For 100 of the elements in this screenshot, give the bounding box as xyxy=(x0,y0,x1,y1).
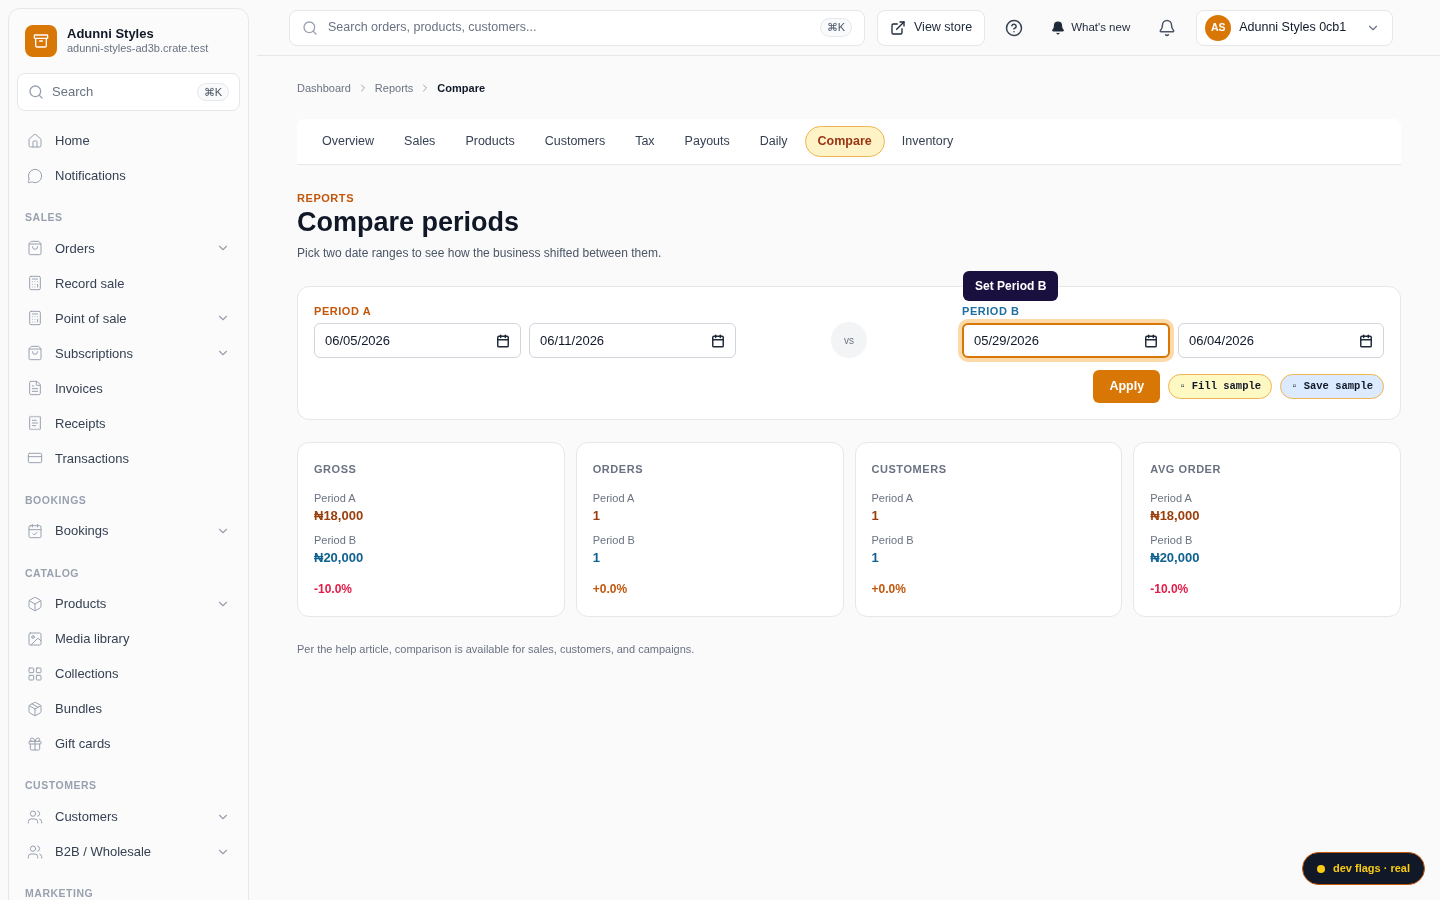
period-b-value: 1 xyxy=(871,549,880,568)
sidebar-item-icon xyxy=(27,310,43,327)
sidebar-item[interactable]: Orders xyxy=(17,230,240,266)
sidebar-item-icon xyxy=(27,240,43,257)
tooltip: Set Period B xyxy=(963,270,1059,301)
date-value: 06/04/2026 xyxy=(1189,332,1255,350)
bell-icon xyxy=(1051,20,1066,35)
eyebrow-label: REPORTS xyxy=(297,190,356,206)
sidebar-item-icon xyxy=(27,843,43,860)
tab[interactable]: Inventory xyxy=(888,125,967,157)
change-value: -10.0% xyxy=(1150,580,1190,598)
sidebar-item-icon xyxy=(27,808,43,825)
sidebar-item[interactable]: Collections xyxy=(17,656,240,692)
metric-title: AVG ORDER xyxy=(1150,462,1222,478)
tab[interactable]: Payouts xyxy=(671,125,743,157)
section-heading: CUSTOMERS xyxy=(24,778,98,794)
breadcrumb-link[interactable]: Compare xyxy=(437,80,486,97)
page-description: Pick two date ranges to see how the business shifted between them. xyxy=(297,244,663,262)
sidebar-item[interactable]: Gift cards xyxy=(17,726,240,762)
period-a-label: Period A xyxy=(1150,490,1193,506)
period-b-value: ₦20,000 xyxy=(1150,549,1201,568)
external-link-icon xyxy=(890,19,906,36)
sidebar-item[interactable]: Transactions xyxy=(17,440,240,476)
sidebar-item[interactable]: Bookings xyxy=(17,513,240,549)
sidebar-item[interactable]: Notifications xyxy=(17,158,240,193)
date-value: 06/05/2026 xyxy=(325,332,391,350)
breadcrumb-link[interactable]: Reports xyxy=(374,80,414,97)
tab[interactable]: Sales xyxy=(391,125,449,157)
sidebar-item[interactable]: Record sale xyxy=(17,265,240,301)
shortcut-hint: ⌘K xyxy=(196,82,229,102)
sidebar-item-icon xyxy=(27,132,43,149)
period-a-value: 1 xyxy=(871,507,880,526)
section-heading: BOOKINGS xyxy=(24,492,88,508)
whats-new-button[interactable]: What's new xyxy=(1043,18,1139,37)
tab[interactable]: Daily xyxy=(746,125,801,157)
sidebar-item-icon xyxy=(27,380,43,397)
sidebar-item[interactable]: Point of sale xyxy=(17,300,240,336)
sidebar-item[interactable]: Subscriptions xyxy=(17,335,240,371)
period-a-value: 1 xyxy=(592,507,601,526)
date-value: 05/29/2026 xyxy=(974,332,1040,350)
period-b-label: Period B xyxy=(1150,532,1194,548)
section-heading: MARKETING xyxy=(24,886,95,900)
date-field[interactable]: 06/05/2026 xyxy=(314,323,521,359)
metric-title: ORDERS xyxy=(592,462,645,478)
sidebar-item-icon xyxy=(27,630,43,647)
period-b-label: Period B xyxy=(314,532,358,548)
sidebar-item[interactable]: Receipts xyxy=(17,405,240,441)
metric-title: CUSTOMERS xyxy=(871,462,948,478)
logo-icon xyxy=(25,25,57,57)
global-search-field[interactable]: Search orders, products, customers... ⌘K xyxy=(289,9,865,46)
change-value: +0.0% xyxy=(592,580,629,598)
calendar-icon xyxy=(711,333,725,348)
tab[interactable]: Compare xyxy=(804,125,885,157)
view-store-button[interactable]: View store xyxy=(877,9,986,46)
section-heading: CATALOG xyxy=(24,565,81,581)
sidebar-item-icon xyxy=(27,700,43,717)
sidebar-item-icon xyxy=(27,345,43,362)
tab[interactable]: Overview xyxy=(309,125,388,157)
sidebar-item[interactable]: Home xyxy=(17,123,240,158)
save-sample-button[interactable]: ▫ Save sample xyxy=(1280,374,1384,400)
footnote: Per the help article, comparison is available for sales, customers, and campaigns. xyxy=(297,641,696,657)
sidebar-item-icon xyxy=(27,665,43,682)
search-icon xyxy=(28,84,44,100)
badge-label: dev flags · real xyxy=(1332,861,1410,877)
fill-sample-button[interactable]: ▫ Fill sample xyxy=(1168,374,1273,400)
calendar-icon xyxy=(496,333,510,348)
store-domain: adunni-styles-ad3b.crate.test xyxy=(67,42,209,56)
shortcut-hint: ⌘K xyxy=(819,18,852,37)
period-a-label: Period A xyxy=(871,490,915,506)
account-menu[interactable]: AS Adunni Styles 0cb1 xyxy=(1196,9,1394,46)
avatar: AS xyxy=(1205,14,1232,41)
search-field[interactable]: Search ⌘K xyxy=(17,73,240,111)
search-placeholder: Search xyxy=(52,83,95,102)
vs-badge: vs xyxy=(831,322,867,359)
help-icon[interactable] xyxy=(1005,18,1024,37)
calendar-icon xyxy=(1359,333,1373,348)
breadcrumb-link[interactable]: Dashboard xyxy=(297,80,351,97)
period-b-value: ₦20,000 xyxy=(314,549,365,568)
sidebar-item-icon xyxy=(27,167,43,184)
period-label: PERIOD A xyxy=(314,303,373,319)
sidebar-item[interactable]: Invoices xyxy=(17,370,240,406)
sidebar-item-icon xyxy=(27,275,43,292)
dev-flags-badge[interactable]: dev flags · real xyxy=(1301,852,1425,885)
search-icon xyxy=(302,19,318,36)
sidebar-item[interactable]: Media library xyxy=(17,621,240,657)
tab[interactable]: Customers xyxy=(531,125,619,157)
sidebar-item-icon xyxy=(27,523,43,539)
date-field[interactable]: 06/11/2026 xyxy=(529,323,736,359)
tab[interactable]: Tax xyxy=(622,125,668,157)
period-a-value: ₦18,000 xyxy=(1150,507,1201,526)
period-a-value: ₦18,000 xyxy=(314,507,365,526)
sidebar-item[interactable]: Products xyxy=(17,586,240,622)
period-a-label: Period A xyxy=(592,490,636,506)
date-field[interactable]: 06/04/2026 xyxy=(1178,323,1384,359)
sidebar-item[interactable]: B2B / Wholesale xyxy=(17,834,240,869)
tab[interactable]: Products xyxy=(452,125,528,157)
notifications-icon[interactable] xyxy=(1158,18,1177,37)
sidebar-item[interactable]: Bundles xyxy=(17,691,240,727)
sidebar-item-icon xyxy=(27,415,43,432)
sidebar-item[interactable]: Customers xyxy=(17,799,240,834)
